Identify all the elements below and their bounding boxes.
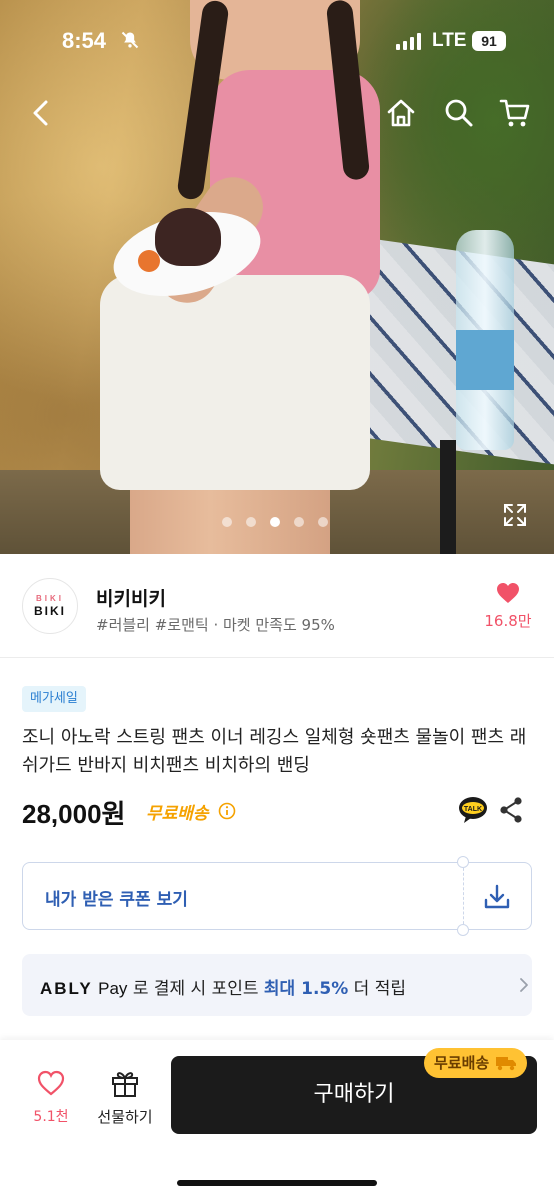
gallery-pagination [222, 517, 328, 527]
seller-name[interactable]: 비키비키 [96, 584, 166, 611]
seller-tags: #러블리 #로맨틱 · 마켓 만족도 95% [96, 616, 335, 634]
ably-pay-banner[interactable]: ABLY Pay 로 결제 시 포인트 최대 1.5% 더 적립 [22, 954, 532, 1016]
home-icon[interactable] [384, 96, 418, 130]
search-icon[interactable] [442, 96, 476, 130]
wishlist-count: 5.1천 [33, 1109, 69, 1125]
gift-label: 선물하기 [97, 1108, 153, 1126]
product-title: 조니 아노락 스트링 팬츠 이너 레깅스 일체형 숏팬츠 물놀이 팬츠 래쉬가드… [22, 727, 527, 776]
status-time: 8:54 [62, 28, 107, 53]
coupon-notch-top [457, 856, 469, 868]
product-price: 28,000원 [22, 799, 126, 829]
muffin [155, 208, 221, 266]
status-bar: 8:54 LTE 91 [0, 0, 554, 86]
ably-text-after: 더 적립 [348, 979, 407, 999]
page-dot[interactable] [294, 517, 304, 527]
coupon-label: 내가 받은 쿠폰 보기 [45, 890, 188, 910]
signal-icon [396, 32, 421, 50]
ably-text-before: 로 결제 시 포인트 [127, 979, 264, 999]
seller-logo-top: BIKI [36, 594, 64, 603]
page-dot[interactable] [222, 517, 232, 527]
expand-icon[interactable] [502, 502, 528, 528]
seller-like-count: 16.8만 [484, 612, 532, 630]
kakao-talk-icon[interactable]: TALK [458, 796, 488, 824]
free-shipping-badge-label: 무료배송 [434, 1054, 490, 1072]
battery-indicator: 91 [472, 31, 506, 51]
tiled-table [350, 235, 554, 465]
coupon-divider [463, 863, 464, 929]
heart-outline-icon [37, 1070, 65, 1096]
wishlist-button[interactable]: 5.1천 [24, 1070, 78, 1126]
chevron-left-icon[interactable] [24, 96, 58, 130]
coupon-button[interactable]: 내가 받은 쿠폰 보기 [22, 856, 532, 936]
share-icon[interactable] [498, 796, 524, 824]
sale-badge: 메가세일 [22, 686, 86, 712]
download-icon[interactable] [483, 883, 511, 911]
free-shipping-label: 무료배송 [146, 804, 209, 824]
ably-highlight: 최대 1.5% [263, 979, 349, 999]
gift-icon [112, 1072, 138, 1097]
ably-brand: ABLY [40, 979, 93, 998]
truck-icon [496, 1057, 517, 1071]
chevron-right-icon [520, 978, 528, 992]
gift-button[interactable]: 선물하기 [92, 1068, 158, 1127]
cart-icon[interactable] [498, 96, 532, 130]
bottle-label [456, 330, 514, 390]
page-dot[interactable] [246, 517, 256, 527]
heart-icon[interactable] [496, 582, 520, 604]
model-white-shorts [100, 275, 370, 490]
free-shipping-badge: 무료배송 [424, 1048, 528, 1078]
page-dot-active[interactable] [270, 517, 280, 527]
svg-text:TALK: TALK [464, 806, 482, 813]
home-indicator [177, 1180, 377, 1186]
bell-slash-icon [121, 31, 139, 49]
seller-logo[interactable]: BIKI BIKI [22, 578, 78, 634]
bottom-action-bar: 5.1천 선물하기 구매하기 무료배송 [0, 1040, 554, 1200]
network-type: LTE [432, 30, 467, 51]
flower [138, 250, 160, 272]
page-dot[interactable] [318, 517, 328, 527]
ably-pay-word: Pay [98, 979, 128, 998]
table-leg [440, 440, 456, 554]
info-icon[interactable] [218, 802, 236, 820]
coupon-notch-bottom [457, 924, 469, 936]
ably-pay-text: ABLY Pay 로 결제 시 포인트 최대 1.5% 더 적립 [40, 974, 406, 999]
seller-logo-bottom: BIKI [34, 604, 66, 618]
seller-section: BIKI BIKI 비키비키 #러블리 #로맨틱 · 마켓 만족도 95% 16… [0, 554, 554, 658]
